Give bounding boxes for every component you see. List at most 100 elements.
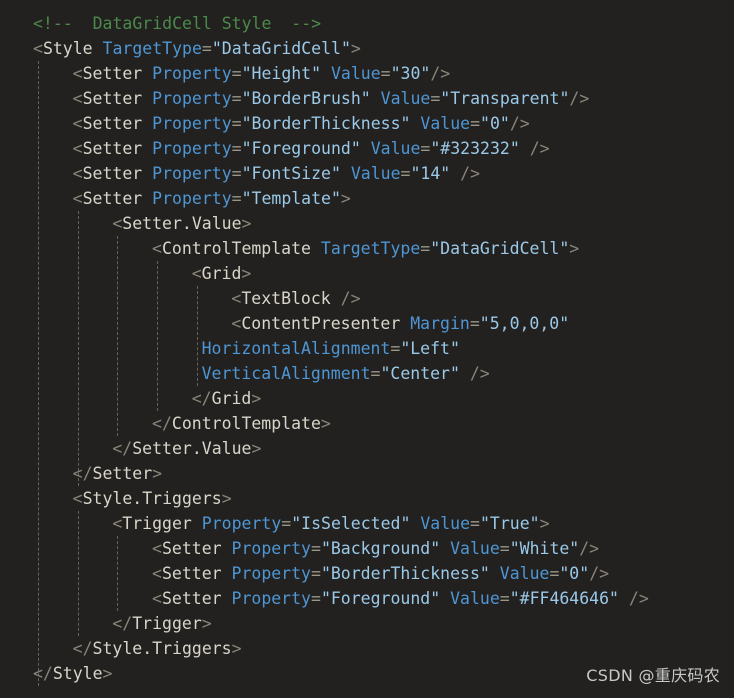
token-tag: Setter <box>82 89 143 108</box>
token-pun: </ <box>112 614 133 633</box>
token-pun: < <box>33 39 43 58</box>
code-line-content: <Grid> <box>0 261 252 286</box>
token-eq: = <box>281 514 292 533</box>
token-tag: Setter <box>161 564 222 583</box>
csdn-watermark: CSDN @重庆码农 <box>586 666 720 685</box>
token-val: "BorderBrush" <box>241 89 371 108</box>
code-line: <Style TargetType="DataGridCell"> <box>0 36 734 61</box>
token-attr: Property <box>152 114 232 133</box>
token-pun: < <box>72 139 83 158</box>
code-line: </ControlTemplate> <box>0 411 734 436</box>
code-line-content: <Setter Property="Height" Value="30"/> <box>0 61 451 86</box>
token-eq: = <box>390 339 401 358</box>
token-eq: = <box>311 539 321 558</box>
token-val: "Center" <box>380 364 460 383</box>
code-screenshot: <!-- DataGridCell Style --> <Style Target… <box>0 0 734 698</box>
code-line: </Style.Triggers> <box>0 636 734 661</box>
token-val: "Template" <box>241 189 341 208</box>
code-line: <ControlTemplate TargetType="DataGridCel… <box>0 236 734 261</box>
code-line: </Grid> <box>0 386 734 411</box>
token-tag: Trigger <box>122 514 192 533</box>
code-line-content: </ControlTemplate> <box>0 411 331 436</box>
code-line-content: <Setter Property="Template"> <box>0 186 351 211</box>
token-pun: /> <box>340 289 361 308</box>
token-pun: </ <box>191 389 212 408</box>
token-eq: = <box>311 589 321 608</box>
token-tag: TextBlock <box>241 289 331 308</box>
token-eq: = <box>231 164 242 183</box>
token-attr: Value <box>450 539 500 558</box>
token-tag: Setter <box>92 464 153 483</box>
code-line: <Setter Property="Height" Value="30"/> <box>0 61 734 86</box>
token-pun: /> <box>579 539 600 558</box>
code-line: <Setter Property="BorderThickness" Value… <box>0 561 734 586</box>
token-val: "Background" <box>320 539 441 558</box>
code-line-content: </Setter> <box>0 461 162 486</box>
token-pun: /> <box>569 89 590 108</box>
code-line-content: <ControlTemplate TargetType="DataGridCel… <box>0 236 579 261</box>
token-attr: VerticalAlignment <box>201 364 371 383</box>
token-attr: Value <box>420 514 471 533</box>
token-pun: > <box>201 614 212 633</box>
token-tag: Setter <box>82 114 143 133</box>
code-line: <ContentPresenter Margin="5,0,0,0" <box>0 311 734 336</box>
token-pun: > <box>241 264 252 283</box>
token-tag: Setter <box>82 139 143 158</box>
token-val: "FontSize" <box>241 164 341 183</box>
token-val: "Height" <box>241 64 322 83</box>
token-pun: < <box>72 64 83 83</box>
token-val: "IsSelected" <box>291 514 411 533</box>
token-tag: ContentPresenter <box>241 314 401 333</box>
code-line-content: <Setter Property="Foreground" Value="#FF… <box>0 586 649 611</box>
code-line: <Setter Property="Foreground" Value="#32… <box>0 136 734 161</box>
token-pun: > <box>241 214 252 233</box>
code-line: <Setter Property="BorderThickness" Value… <box>0 111 734 136</box>
token-attr: TargetType <box>102 39 202 58</box>
token-val: "DataGridCell" <box>430 239 570 258</box>
token-pun: < <box>152 564 162 583</box>
code-line: <Setter Property="Template"> <box>0 186 734 211</box>
code-line-content: <Setter Property="Foreground" Value="#32… <box>0 136 550 161</box>
token-val: "True" <box>479 514 540 533</box>
token-tag: Style.Triggers <box>92 639 232 658</box>
token-attr: Property <box>152 139 232 158</box>
token-pun: /> <box>460 164 481 183</box>
token-val: "BorderThickness" <box>241 114 411 133</box>
token-pun: < <box>152 539 162 558</box>
token-val: "30" <box>390 64 431 83</box>
code-line-content: </Trigger> <box>0 611 212 636</box>
token-pun: < <box>72 89 83 108</box>
code-line-content: <ContentPresenter Margin="5,0,0,0" <box>0 311 569 336</box>
token-attr: Value <box>370 139 421 158</box>
token-attr: HorizontalAlignment <box>201 339 391 358</box>
token-pun: /> <box>509 114 530 133</box>
code-line: VerticalAlignment="Center" /> <box>0 361 734 386</box>
token-tag: Style.Triggers <box>82 489 222 508</box>
code-line: <Setter Property="FontSize" Value="14" /… <box>0 161 734 186</box>
token-val: "BorderThickness" <box>320 564 490 583</box>
token-val: "Foreground" <box>241 139 361 158</box>
code-line-content: HorizontalAlignment="Left" <box>0 336 460 361</box>
token-tag: ControlTemplate <box>161 239 311 258</box>
code-line: <!-- DataGridCell Style --> <box>0 11 734 36</box>
token-attr: Value <box>499 564 550 583</box>
token-eq: = <box>311 564 321 583</box>
token-val: "#FF464646" <box>509 589 619 608</box>
token-tag: Grid <box>211 389 252 408</box>
token-val: "5,0,0,0" <box>479 314 570 333</box>
